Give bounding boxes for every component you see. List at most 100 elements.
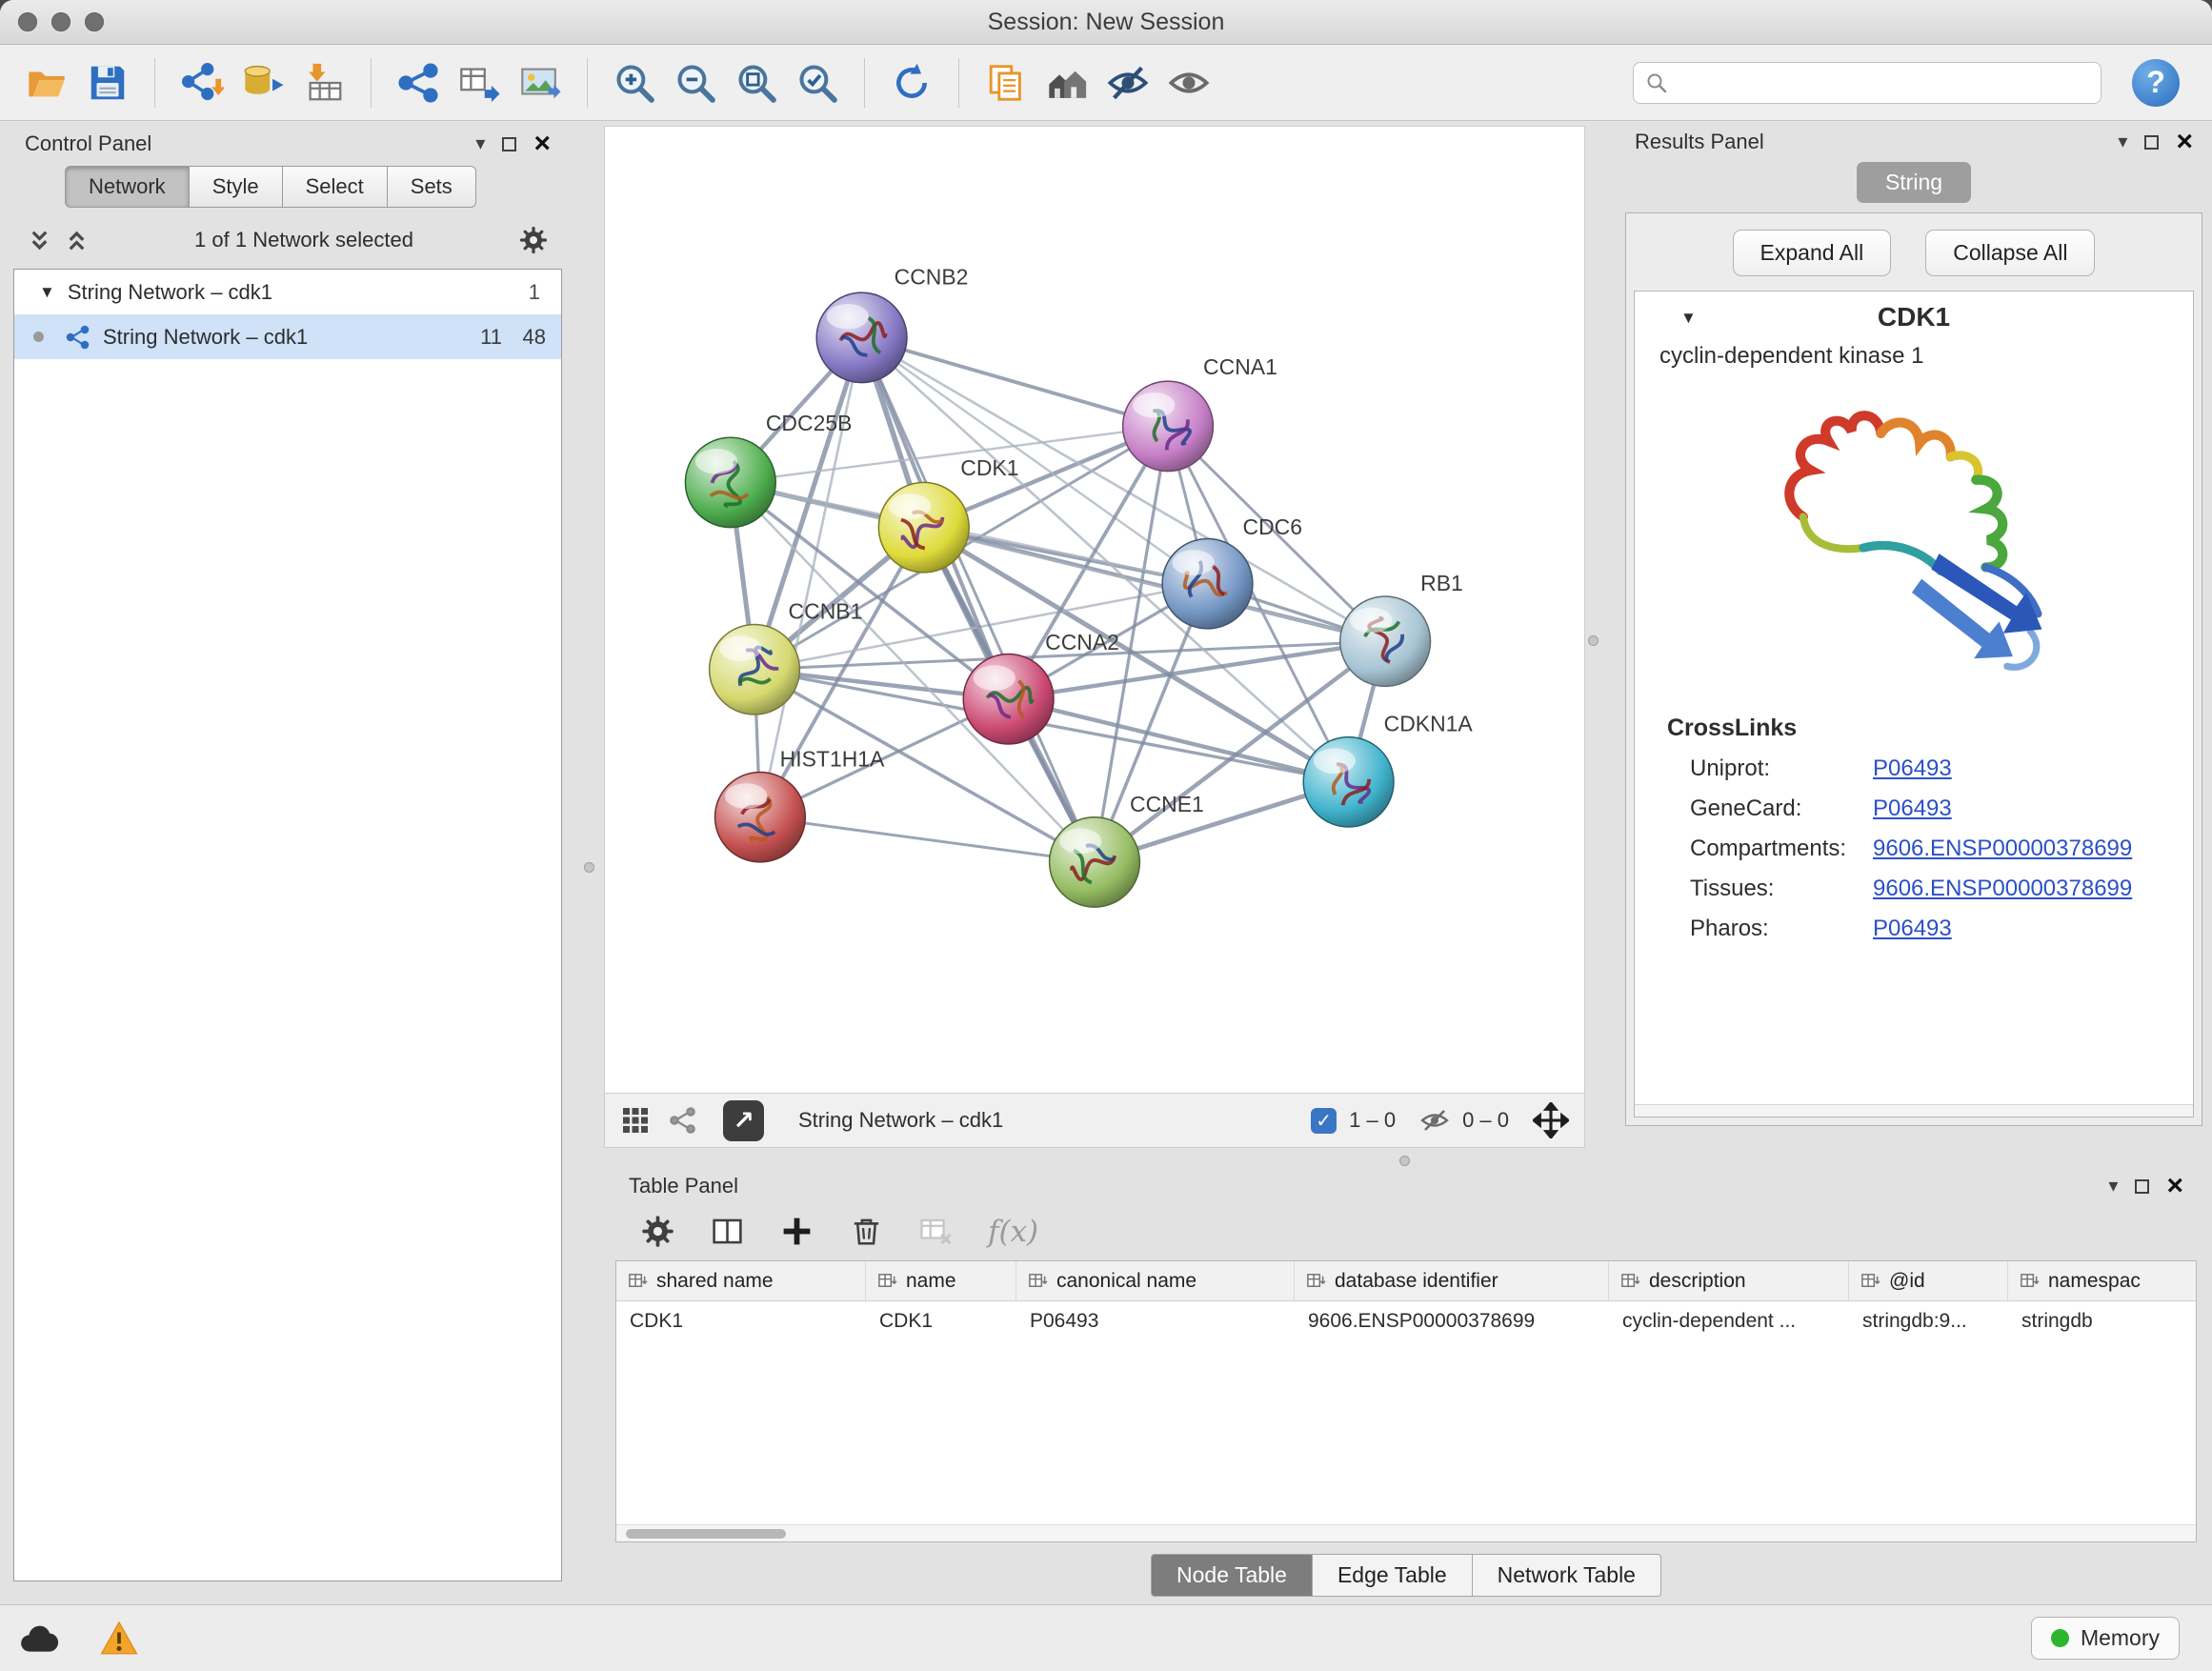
- save-session-button[interactable]: [80, 55, 135, 111]
- network-options-button[interactable]: [518, 225, 549, 255]
- control-panel-menu-button[interactable]: ▾: [475, 134, 485, 153]
- glass-ball-effect-button[interactable]: [1100, 55, 1156, 111]
- column-header[interactable]: database identifier: [1295, 1261, 1609, 1300]
- tab-string[interactable]: String: [1857, 162, 1971, 203]
- close-window-button[interactable]: [18, 12, 37, 31]
- network-node-CCNE1[interactable]: [1050, 817, 1140, 907]
- network-node-CDK1[interactable]: [878, 482, 969, 572]
- table-panel-float-button[interactable]: [2135, 1179, 2149, 1194]
- grid-mode-button[interactable]: [620, 1105, 651, 1136]
- apply-preferred-layout-button[interactable]: [884, 55, 939, 111]
- export-image-button[interactable]: [513, 55, 568, 111]
- warnings-button[interactable]: [99, 1619, 139, 1659]
- new-network-from-table-button[interactable]: [452, 55, 507, 111]
- network-mode-button[interactable]: [668, 1105, 698, 1136]
- column-header[interactable]: @id: [1849, 1261, 2008, 1300]
- tab-network[interactable]: Network: [65, 166, 190, 208]
- network-node-count: 11: [458, 325, 502, 350]
- show-columns-button[interactable]: [710, 1214, 745, 1249]
- compartments-link[interactable]: 9606.ENSP00000378699: [1873, 836, 2132, 862]
- tab-select[interactable]: Select: [283, 166, 388, 208]
- import-network-from-database-button[interactable]: [235, 55, 291, 111]
- network-edge[interactable]: [862, 337, 1095, 862]
- collapse-all-results-button[interactable]: Collapse All: [1925, 230, 2095, 276]
- scrollbar-thumb[interactable]: [626, 1529, 786, 1539]
- column-header[interactable]: shared name: [616, 1261, 866, 1300]
- results-horizontal-scrollbar[interactable]: [1635, 1104, 2193, 1117]
- control-panel-close-button[interactable]: ×: [533, 130, 551, 158]
- network-graph[interactable]: CCNB2CCNA1CDC25BCDK1CDC6RB1CCNB1CCNA2CDK…: [605, 127, 1584, 1093]
- uniprot-link[interactable]: P06493: [1873, 755, 1952, 782]
- column-type-icon: [877, 1271, 897, 1291]
- column-header[interactable]: description: [1609, 1261, 1849, 1300]
- network-node-HIST1H1A[interactable]: [715, 772, 806, 861]
- network-row-selected[interactable]: String Network – cdk1 11 48: [14, 314, 561, 359]
- zoom-in-button[interactable]: [607, 55, 662, 111]
- detach-view-button[interactable]: ↗: [723, 1100, 764, 1141]
- results-panel-close-button[interactable]: ×: [2176, 128, 2193, 156]
- memory-button[interactable]: Memory: [2031, 1617, 2180, 1660]
- column-header[interactable]: canonical name: [1016, 1261, 1295, 1300]
- import-table-from-file-button[interactable]: [296, 55, 352, 111]
- selected-elements-checkbox[interactable]: ✓: [1311, 1108, 1337, 1134]
- network-edge[interactable]: [862, 337, 1168, 426]
- string-home-button[interactable]: [1039, 55, 1095, 111]
- tab-node-table[interactable]: Node Table: [1151, 1554, 1313, 1597]
- column-type-icon: [1028, 1271, 1048, 1291]
- column-header[interactable]: name: [866, 1261, 1016, 1300]
- protein-card-collapse-caret[interactable]: ▼: [1680, 310, 1697, 326]
- show-structure-images-button[interactable]: [1161, 55, 1217, 111]
- cloud-status-button[interactable]: [19, 1619, 59, 1659]
- copy-document-button[interactable]: [978, 55, 1034, 111]
- right-splitter-handle[interactable]: [1588, 635, 1599, 646]
- zoom-fit-button[interactable]: [729, 55, 784, 111]
- genecard-link[interactable]: P06493: [1873, 795, 1952, 822]
- network-node-CDC25B[interactable]: [685, 437, 775, 527]
- tab-network-table[interactable]: Network Table: [1473, 1554, 1661, 1597]
- results-panel-menu-button[interactable]: ▾: [2118, 132, 2127, 151]
- table-panel-close-button[interactable]: ×: [2166, 1172, 2183, 1200]
- help-button[interactable]: ?: [2132, 59, 2180, 107]
- network-node-CDKN1A[interactable]: [1303, 737, 1394, 827]
- new-network-from-selection-button[interactable]: [391, 55, 446, 111]
- table-row[interactable]: CDK1 CDK1 P06493 9606.ENSP00000378699 cy…: [616, 1301, 2196, 1341]
- table-horizontal-scrollbar[interactable]: [616, 1524, 2196, 1541]
- network-node-CDC6[interactable]: [1162, 538, 1253, 628]
- table-options-button[interactable]: [640, 1214, 675, 1249]
- open-session-button[interactable]: [19, 55, 74, 111]
- tissues-link[interactable]: 9606.ENSP00000378699: [1873, 876, 2132, 902]
- network-node-RB1[interactable]: [1340, 596, 1431, 686]
- tab-edge-table[interactable]: Edge Table: [1313, 1554, 1473, 1597]
- network-edge[interactable]: [760, 817, 1095, 862]
- network-node-CCNA1[interactable]: [1123, 381, 1214, 471]
- expand-all-button[interactable]: [64, 228, 90, 253]
- network-collection-row[interactable]: ▼ String Network – cdk1 1: [14, 270, 561, 314]
- control-panel-float-button[interactable]: [502, 137, 516, 151]
- tree-expand-caret-icon[interactable]: ▼: [39, 284, 55, 300]
- tab-style[interactable]: Style: [190, 166, 283, 208]
- tab-sets[interactable]: Sets: [388, 166, 476, 208]
- minimize-window-button[interactable]: [51, 12, 70, 31]
- network-node-CCNB1[interactable]: [710, 624, 800, 714]
- network-node-CCNA2[interactable]: [963, 654, 1054, 743]
- results-panel-float-button[interactable]: [2144, 135, 2159, 150]
- collapse-all-button[interactable]: [27, 228, 52, 253]
- expand-all-results-button[interactable]: Expand All: [1733, 230, 1892, 276]
- create-column-button[interactable]: [779, 1214, 814, 1249]
- delete-column-button[interactable]: [849, 1214, 884, 1249]
- table-panel-menu-button[interactable]: ▾: [2108, 1177, 2118, 1196]
- bottom-splitter-handle[interactable]: [1399, 1156, 1410, 1166]
- column-header[interactable]: namespac: [2008, 1261, 2196, 1300]
- zoom-window-button[interactable]: [85, 12, 104, 31]
- import-network-from-file-button[interactable]: [174, 55, 230, 111]
- left-splitter-handle[interactable]: [584, 862, 594, 873]
- network-edge[interactable]: [1009, 699, 1349, 782]
- network-node-CCNB2[interactable]: [816, 292, 907, 382]
- zoom-out-icon: [674, 61, 717, 105]
- zoom-selected-button[interactable]: [790, 55, 845, 111]
- zoom-out-button[interactable]: [668, 55, 723, 111]
- fit-content-button[interactable]: [1533, 1102, 1569, 1138]
- search-input[interactable]: [1678, 70, 2089, 95]
- pharos-link[interactable]: P06493: [1873, 916, 1952, 942]
- network-canvas[interactable]: CCNB2CCNA1CDC25BCDK1CDC6RB1CCNB1CCNA2CDK…: [604, 126, 1585, 1094]
